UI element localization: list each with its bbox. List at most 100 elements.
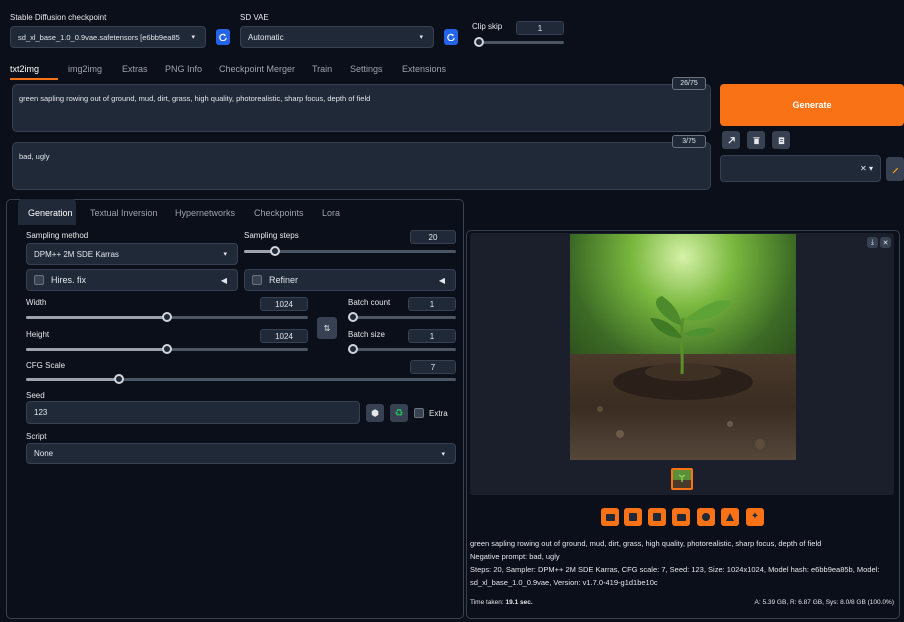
positive-prompt-textarea[interactable]: green sapling rowing out of ground, mud,… bbox=[12, 84, 711, 132]
sampling-method-dropdown[interactable]: DPM++ 2M SDE Karras ▾ bbox=[26, 243, 238, 265]
width-label: Width bbox=[26, 298, 47, 307]
script-value: None bbox=[34, 449, 54, 458]
extra-seed-toggle[interactable]: Extra bbox=[414, 408, 448, 418]
output-negative-text: Negative prompt: bad, ugly bbox=[470, 552, 560, 561]
dice-icon: ⬢ bbox=[371, 407, 379, 418]
cfg-scale-slider[interactable] bbox=[26, 373, 456, 385]
image-icon bbox=[676, 513, 686, 521]
send-to-img2img-button[interactable] bbox=[672, 508, 690, 526]
tab-extensions[interactable]: Extensions bbox=[402, 64, 446, 74]
hires-fix-checkbox[interactable] bbox=[34, 275, 44, 285]
random-seed-button[interactable]: ⬢ bbox=[366, 404, 384, 422]
zip-button[interactable] bbox=[648, 508, 666, 526]
tab-png-info[interactable]: PNG Info bbox=[165, 64, 202, 74]
height-input[interactable]: 1024 bbox=[260, 329, 308, 343]
script-dropdown[interactable]: None ▾ bbox=[26, 443, 456, 464]
batch-size-input[interactable]: 1 bbox=[408, 329, 456, 343]
active-tab-indicator bbox=[10, 78, 58, 80]
upscale-button[interactable]: ✦ bbox=[746, 508, 764, 526]
checkpoint-value: sd_xl_base_1.0_0.9vae.safetensors [e6bb9… bbox=[18, 32, 180, 42]
width-input[interactable]: 1024 bbox=[260, 297, 308, 311]
styles-clear-icon[interactable]: ✕ ▾ bbox=[860, 164, 873, 173]
clipboard-icon bbox=[778, 136, 784, 144]
subtab-checkpoints[interactable]: Checkpoints bbox=[254, 208, 304, 218]
style-manage-button[interactable] bbox=[772, 131, 790, 149]
sparkle-icon: ✦ bbox=[750, 511, 760, 522]
checkpoint-dropdown[interactable]: sd_xl_base_1.0_0.9vae.safetensors [e6bb9… bbox=[10, 26, 206, 48]
negative-prompt-textarea[interactable]: bad, ugly bbox=[12, 142, 711, 190]
download-image-button[interactable]: ⤓ bbox=[867, 237, 878, 248]
send-to-extras-button[interactable] bbox=[721, 508, 739, 526]
refresh-icon bbox=[219, 33, 227, 41]
arrow-icon bbox=[727, 136, 735, 144]
tab-train[interactable]: Train bbox=[312, 64, 332, 74]
height-slider[interactable] bbox=[26, 343, 308, 355]
time-taken-label: Time taken: bbox=[470, 599, 504, 606]
styles-dropdown[interactable]: ✕ ▾ bbox=[720, 155, 881, 182]
subtab-textual-inversion[interactable]: Textual Inversion bbox=[90, 208, 158, 218]
time-taken: Time taken: 19.1 sec. bbox=[470, 599, 533, 606]
edit-styles-button[interactable] bbox=[886, 157, 904, 181]
generate-button[interactable]: Generate bbox=[720, 84, 904, 126]
refiner-checkbox[interactable] bbox=[252, 275, 262, 285]
sampling-steps-slider[interactable] bbox=[244, 245, 456, 257]
subtab-generation[interactable]: Generation bbox=[28, 208, 73, 218]
open-folder-button[interactable] bbox=[601, 508, 619, 526]
refresh-vae-button[interactable] bbox=[444, 29, 458, 45]
sampling-steps-input[interactable]: 20 bbox=[410, 230, 456, 244]
width-slider[interactable] bbox=[26, 311, 308, 323]
batch-count-label: Batch count bbox=[348, 298, 391, 307]
tab-checkpoint-merger[interactable]: Checkpoint Merger bbox=[219, 64, 295, 74]
refiner-label: Refiner bbox=[269, 275, 299, 285]
time-taken-value: 19.1 sec. bbox=[505, 599, 533, 606]
batch-count-slider[interactable] bbox=[348, 311, 456, 323]
tab-settings[interactable]: Settings bbox=[350, 64, 383, 74]
seed-input[interactable]: 123 bbox=[26, 401, 360, 424]
swap-dimensions-button[interactable]: ⇅ bbox=[317, 317, 337, 339]
output-params-line2: sd_xl_base_1.0_0.9vae, Version: v1.7.0-4… bbox=[470, 578, 658, 587]
read-params-button[interactable] bbox=[722, 131, 740, 149]
tab-extras[interactable]: Extras bbox=[122, 64, 148, 74]
batch-count-input[interactable]: 1 bbox=[408, 297, 456, 311]
subtab-hypernetworks[interactable]: Hypernetworks bbox=[175, 208, 235, 218]
output-params-line1: Steps: 20, Sampler: DPM++ 2M SDE Karras,… bbox=[470, 565, 880, 574]
ruler-icon bbox=[726, 513, 734, 521]
seed-label: Seed bbox=[26, 391, 45, 400]
close-gallery-button[interactable]: ✕ bbox=[880, 237, 891, 248]
checkpoint-label: Stable Diffusion checkpoint bbox=[10, 13, 107, 22]
tab-txt2img[interactable]: txt2img bbox=[10, 64, 39, 74]
vae-value: Automatic bbox=[248, 32, 284, 42]
batch-size-slider[interactable] bbox=[348, 343, 456, 355]
tab-img2img[interactable]: img2img bbox=[68, 64, 102, 74]
image-thumbnail[interactable] bbox=[671, 468, 693, 490]
hires-fix-accordion[interactable]: Hires. fix ◀ bbox=[26, 269, 238, 291]
extra-checkbox[interactable] bbox=[414, 408, 424, 418]
palette-icon bbox=[702, 513, 710, 521]
cfg-scale-input[interactable]: 7 bbox=[410, 360, 456, 374]
pencil-icon bbox=[892, 167, 898, 173]
extra-label: Extra bbox=[429, 408, 448, 418]
chevron-down-icon: ▾ bbox=[419, 34, 423, 41]
sampling-method-label: Sampling method bbox=[26, 231, 89, 240]
cfg-scale-label: CFG Scale bbox=[26, 361, 66, 370]
clip-skip-input[interactable]: 1 bbox=[516, 21, 564, 35]
chevron-down-icon: ▾ bbox=[191, 34, 195, 41]
send-to-inpaint-button[interactable] bbox=[697, 508, 715, 526]
height-label: Height bbox=[26, 330, 50, 339]
clear-prompt-button[interactable] bbox=[747, 131, 765, 149]
negative-token-counter: 3/75 bbox=[672, 135, 706, 148]
refiner-accordion[interactable]: Refiner ◀ bbox=[244, 269, 456, 291]
subtab-lora[interactable]: Lora bbox=[322, 208, 340, 218]
zip-icon bbox=[653, 513, 661, 521]
recycle-icon: ♻ bbox=[394, 407, 404, 419]
clip-skip-slider[interactable] bbox=[474, 36, 564, 48]
save-icon bbox=[629, 513, 637, 521]
vae-dropdown[interactable]: Automatic ▾ bbox=[240, 26, 434, 48]
refresh-checkpoint-button[interactable] bbox=[216, 29, 230, 45]
generate-label: Generate bbox=[792, 100, 832, 110]
save-button[interactable] bbox=[624, 508, 642, 526]
generated-image[interactable] bbox=[570, 234, 796, 460]
vram-usage: A: 5.39 GB, R: 6.87 GB, Sys: 8.0/8 GB (1… bbox=[754, 599, 894, 606]
download-icon: ⤓ bbox=[870, 238, 875, 246]
reuse-seed-button[interactable]: ♻ bbox=[390, 404, 408, 422]
